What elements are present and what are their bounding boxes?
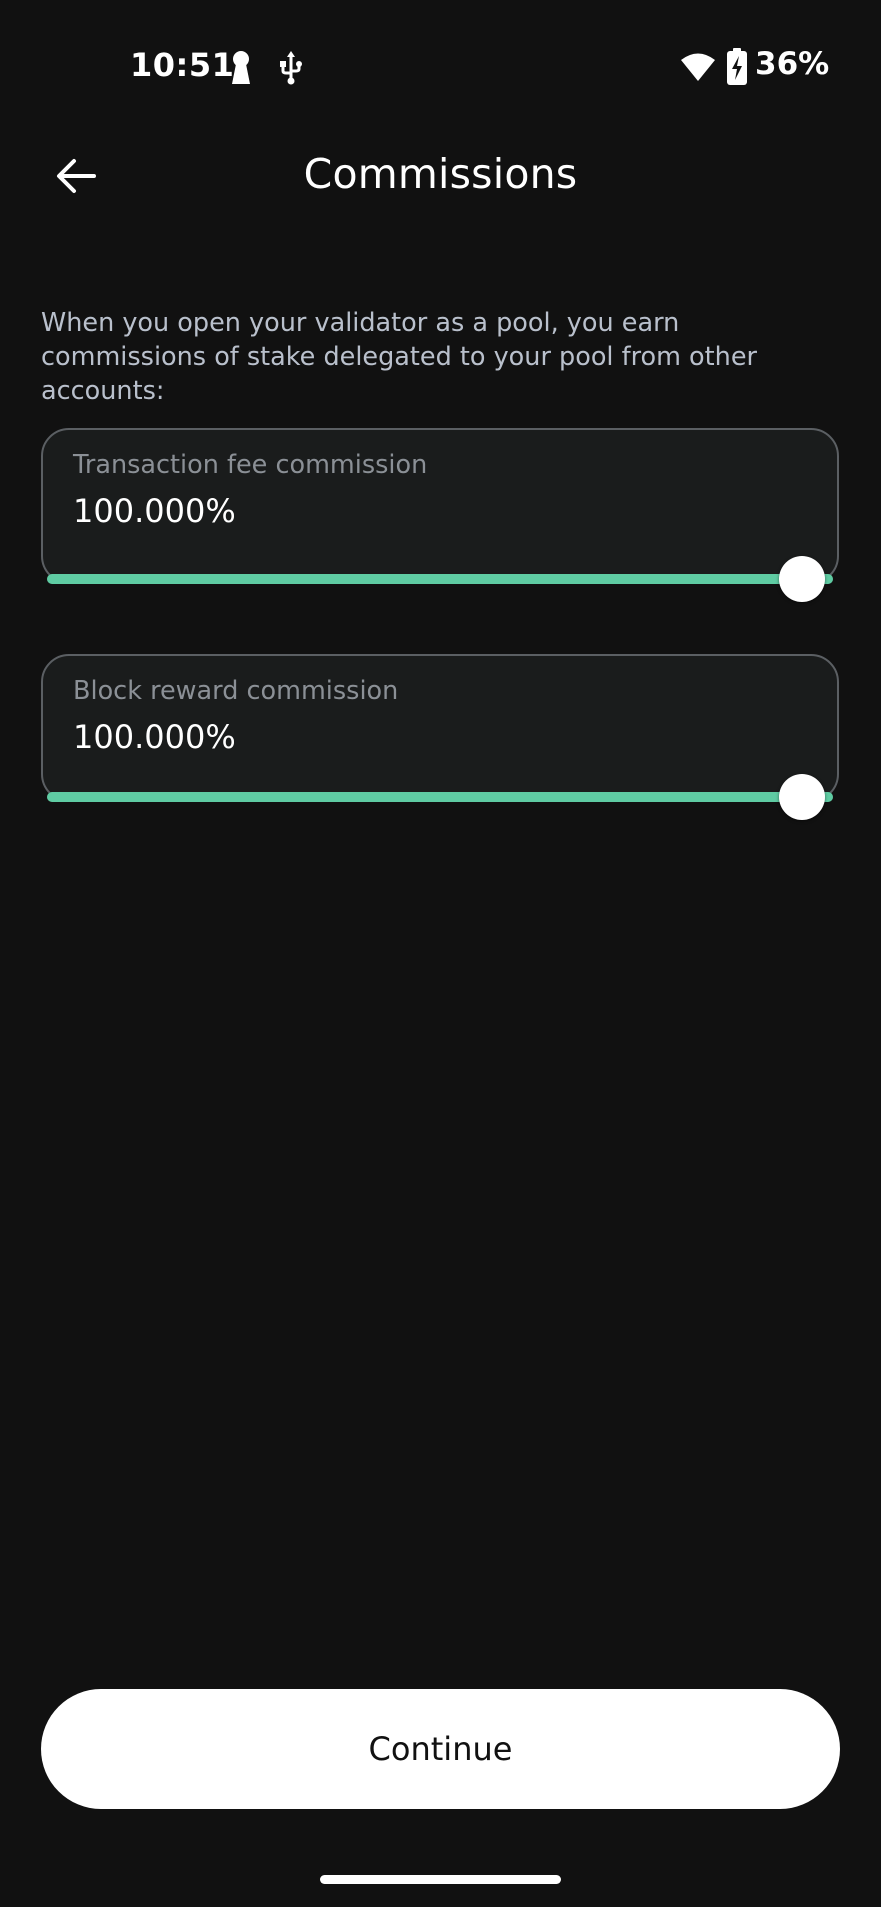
block-reward-commission-field[interactable]: Block reward commission 100.000% xyxy=(41,654,839,820)
field-label: Block reward commission xyxy=(73,676,399,706)
battery-charging-icon xyxy=(727,48,747,85)
page-title: Commissions xyxy=(303,150,578,198)
continue-button[interactable]: Continue xyxy=(41,1689,840,1809)
description-text: When you open your validator as a pool, … xyxy=(41,308,757,406)
field-label: Transaction fee commission xyxy=(73,450,428,480)
wifi-icon xyxy=(681,53,715,81)
transaction-fee-slider[interactable] xyxy=(47,556,833,602)
slider-fill xyxy=(47,574,833,584)
status-time: 10:51 xyxy=(130,46,235,84)
status-bar: 10:51 36% xyxy=(0,0,881,134)
battery-percentage: 36% xyxy=(755,46,830,82)
slider-fill xyxy=(47,792,833,802)
keyhole-icon xyxy=(232,51,250,84)
block-reward-slider[interactable] xyxy=(47,774,833,820)
slider-thumb[interactable] xyxy=(778,774,825,820)
usb-icon xyxy=(280,51,302,85)
transaction-fee-commission-field[interactable]: Transaction fee commission 100.000% xyxy=(41,428,839,602)
home-indicator[interactable] xyxy=(320,1875,561,1884)
slider-thumb[interactable] xyxy=(778,556,825,602)
field-value[interactable]: 100.000% xyxy=(73,718,236,756)
field-value[interactable]: 100.000% xyxy=(73,492,236,530)
